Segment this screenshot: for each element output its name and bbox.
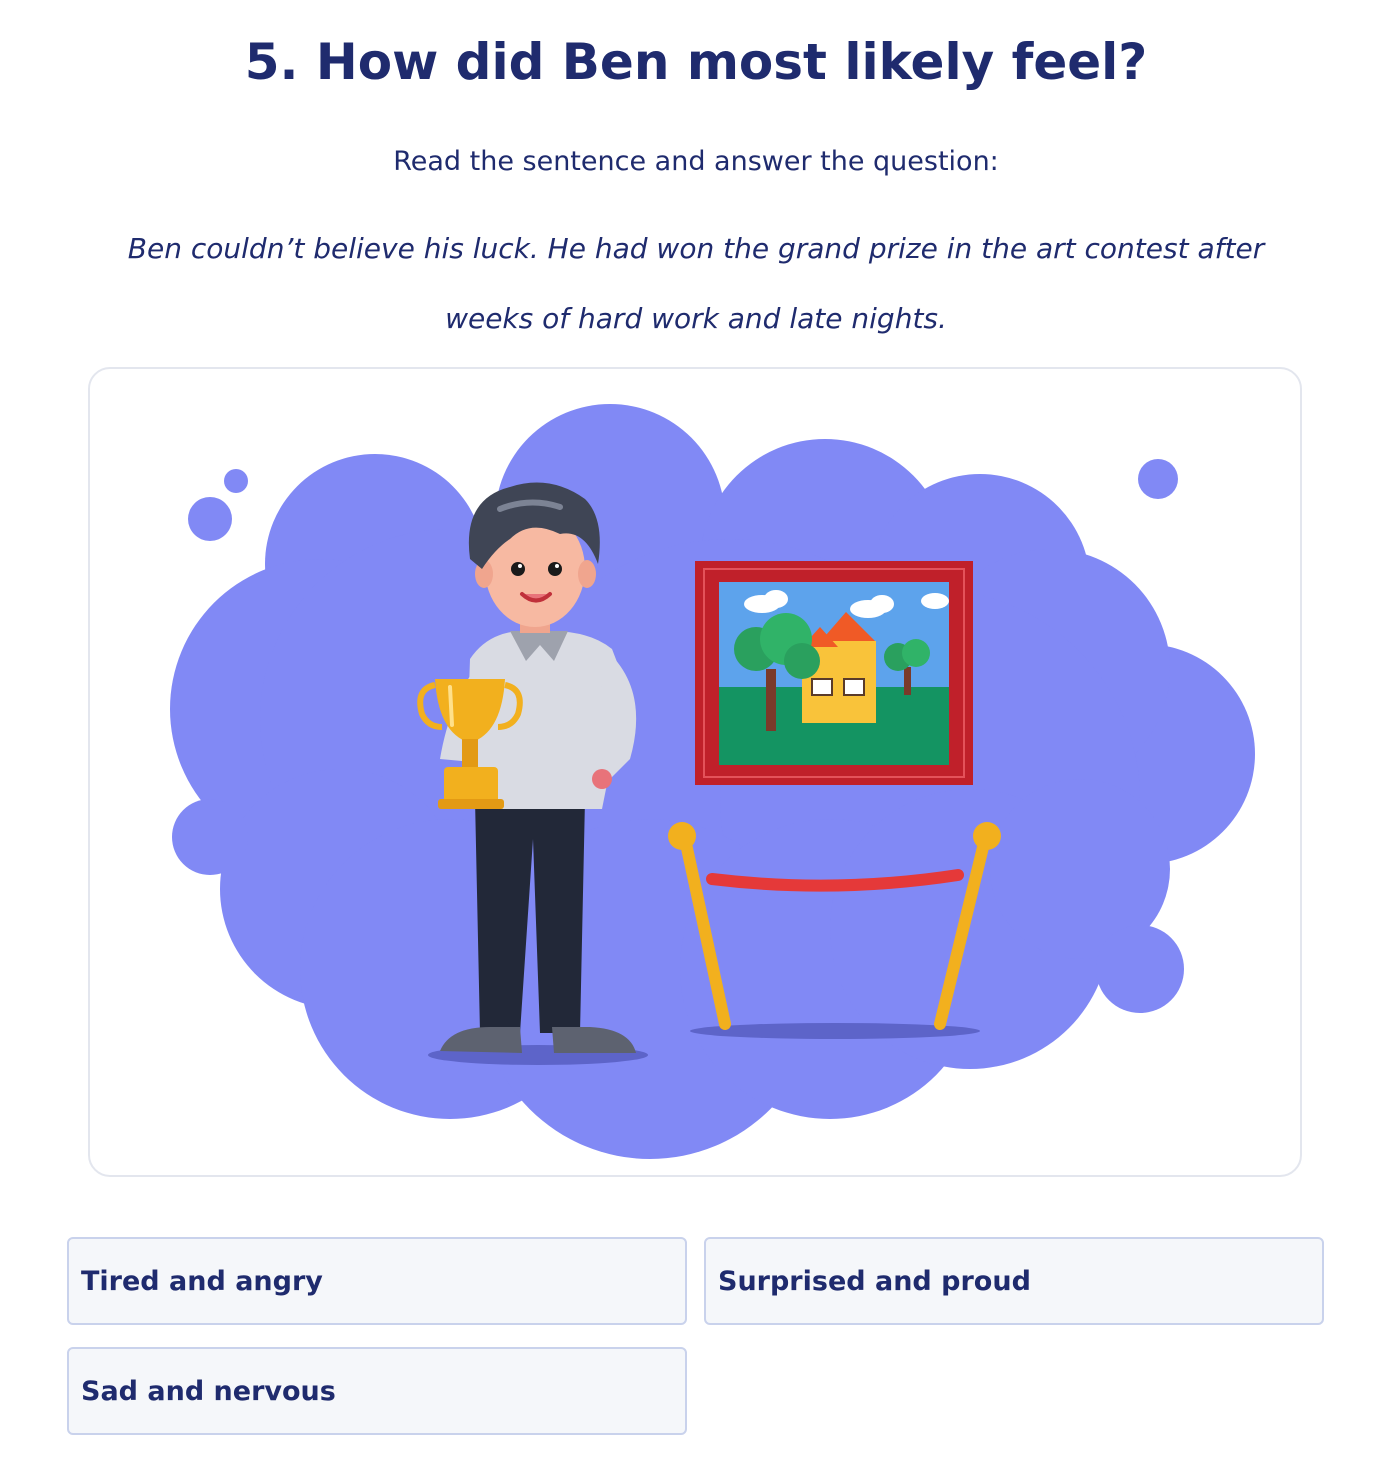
question-instruction: Read the sentence and answer the questio… bbox=[393, 146, 999, 177]
answer-option-label: Surprised and proud bbox=[718, 1265, 1031, 1297]
answer-option-b[interactable]: Surprised and proud bbox=[704, 1237, 1324, 1325]
art-contest-illustration bbox=[170, 404, 1255, 1159]
illustration-card bbox=[88, 367, 1302, 1177]
framed-painting bbox=[695, 561, 973, 785]
question-title: 5. How did Ben most likely feel? bbox=[244, 33, 1148, 91]
question-passage: Ben couldn’t believe his luck. He had wo… bbox=[127, 232, 1265, 335]
answer-option-a[interactable]: Tired and angry bbox=[67, 1237, 687, 1325]
answer-option-c[interactable]: Sad and nervous bbox=[67, 1347, 687, 1435]
answer-option-label: Tired and angry bbox=[81, 1265, 323, 1297]
answer-option-label: Sad and nervous bbox=[81, 1375, 336, 1407]
